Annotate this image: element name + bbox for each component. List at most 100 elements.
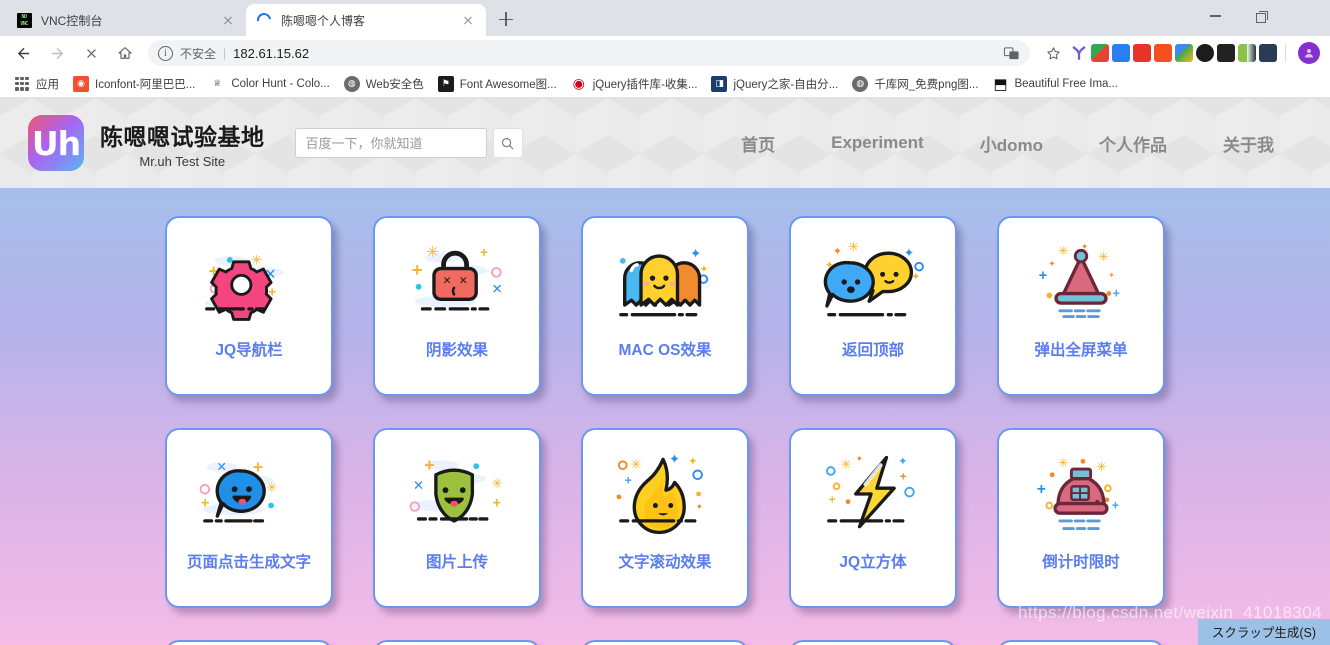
flame-icon: ✳ ✦ ✦ + ✦: [606, 446, 724, 542]
ext-chrome-drop-icon[interactable]: [1091, 44, 1109, 62]
card-image-upload[interactable]: + ✕ ✳ + 图片上传: [373, 428, 541, 608]
svg-text:✕: ✕: [413, 478, 424, 493]
card-label: 文字滚动效果: [618, 554, 711, 573]
tab-blog[interactable]: 陈嗯嗯个人博客: [246, 4, 486, 36]
ext-orange-slash-icon[interactable]: [1154, 44, 1172, 62]
back-arrow-icon[interactable]: [9, 39, 37, 67]
card-row3-3[interactable]: [581, 640, 749, 645]
star-icon[interactable]: [1039, 39, 1067, 67]
bookmark-iconfont[interactable]: ◉ Iconfont-阿里巴巴...: [67, 73, 201, 95]
lightning-icon: ✳ ✦ ✦ + +: [814, 446, 932, 542]
svg-text:✦: ✦: [696, 501, 703, 511]
svg-text:✳: ✳: [630, 457, 641, 472]
colorhunt-icon: ♕: [209, 76, 225, 92]
card-label: 返回顶部: [842, 342, 904, 361]
card-mac-os-effect[interactable]: ✦ ✦: [581, 216, 749, 396]
new-tab-button[interactable]: [492, 5, 520, 33]
ime-tooltip: スクラップ生成(S): [1198, 619, 1330, 645]
bookmark-jquery-home[interactable]: ◨ jQuery之家-自由分...: [705, 73, 844, 95]
tab-title: 陈嗯嗯个人博客: [281, 12, 454, 29]
close-icon[interactable]: [220, 12, 236, 28]
bookmark-588ku[interactable]: ◍ 千库网_免费png图...: [846, 73, 984, 95]
card-label: JQ导航栏: [215, 342, 282, 361]
card-click-generate-text[interactable]: ✕ + ✳ +: [165, 428, 333, 608]
omnibox-separator: |: [223, 46, 226, 60]
address-bar[interactable]: i 不安全 | 182.61.15.62: [148, 40, 1030, 66]
party-hat-icon: ✳ ✳ ✦ ✦ ✦ + +: [1022, 234, 1140, 330]
bookmark-unsplash[interactable]: ⬒ Beautiful Free Ima...: [986, 73, 1124, 95]
minimize-icon[interactable]: [1192, 0, 1238, 32]
svg-text:+: +: [493, 495, 501, 511]
card-label: 页面点击生成文字: [187, 554, 311, 573]
search-input[interactable]: [295, 128, 487, 158]
stop-x-icon[interactable]: [77, 39, 105, 67]
bookmark-apps[interactable]: 应用: [8, 73, 65, 95]
home-icon[interactable]: [111, 39, 139, 67]
svg-text:✳: ✳: [251, 253, 262, 268]
toolbar-divider: [1285, 44, 1286, 62]
card-text-scroll[interactable]: ✳ ✦ ✦ + ✦: [581, 428, 749, 608]
tab-strip: NOVNC VNC控制台 陈嗯嗯个人博客: [0, 0, 520, 36]
ext-book-icon[interactable]: [1238, 44, 1256, 62]
ext-record-icon[interactable]: [1217, 44, 1235, 62]
svg-text:✳: ✳: [426, 244, 439, 261]
ext-download-icon[interactable]: [1112, 44, 1130, 62]
close-window-icon[interactable]: [1284, 0, 1330, 32]
card-label: 倒计时限时: [1042, 554, 1120, 573]
card-label: 图片上传: [426, 554, 488, 573]
translate-icon[interactable]: [1003, 45, 1020, 62]
card-row3-5[interactable]: [997, 640, 1165, 645]
globe-icon: ◍: [344, 76, 360, 92]
card-row3-2[interactable]: [373, 640, 541, 645]
card-countdown-timer[interactable]: ✳ ✳ + +: [997, 428, 1165, 608]
card-fullscreen-menu[interactable]: ✳ ✳ ✦ ✦ ✦ + +: [997, 216, 1165, 396]
search-button[interactable]: [493, 128, 523, 158]
info-icon[interactable]: i: [158, 46, 173, 61]
nav-item-experiment[interactable]: Experiment: [803, 133, 952, 153]
card-row3-4[interactable]: [789, 640, 957, 645]
svg-text:+: +: [412, 259, 423, 280]
card-label: MAC OS效果: [618, 342, 711, 361]
svg-text:+: +: [829, 495, 836, 507]
nav-item-works[interactable]: 个人作品: [1071, 131, 1195, 156]
svg-text:+: +: [1113, 286, 1120, 300]
svg-text:✕: ✕: [492, 282, 503, 297]
card-row3-1[interactable]: [165, 640, 333, 645]
svg-text:✦: ✦: [898, 456, 908, 468]
bookmark-websafecolor[interactable]: ◍ Web安全色: [338, 73, 430, 95]
ext-fast-icon[interactable]: [1175, 44, 1193, 62]
nav-item-about[interactable]: 关于我: [1195, 131, 1302, 156]
jquery-plugin-icon: ◉: [571, 76, 587, 92]
tab-title: VNC控制台: [41, 12, 214, 29]
fontawesome-icon: ⚑: [438, 76, 454, 92]
security-label: 不安全: [180, 45, 216, 62]
svg-text:+: +: [900, 472, 907, 484]
ext-printer-icon[interactable]: [1259, 44, 1277, 62]
lock-icon: ✳ + + ✕ ✕ ✕: [398, 234, 516, 330]
nav-item-home[interactable]: 首页: [713, 131, 803, 156]
bookmark-fontawesome[interactable]: ⚑ Font Awesome图...: [432, 73, 563, 95]
ext-colorwheel-icon[interactable]: [1196, 44, 1214, 62]
cards-grid: + + ✕ ✳ JQ导航栏: [0, 216, 1330, 645]
svg-text:✦: ✦: [700, 263, 709, 275]
svg-text:+: +: [480, 245, 488, 260]
tab-vnc[interactable]: NOVNC VNC控制台: [6, 4, 246, 36]
bookmark-label: Color Hunt - Colo...: [231, 78, 329, 90]
ext-foxit-icon[interactable]: [1133, 44, 1151, 62]
svg-text:+: +: [625, 473, 632, 487]
bookmark-colorhunt[interactable]: ♕ Color Hunt - Colo...: [203, 73, 335, 95]
card-label: JQ立方体: [839, 554, 906, 573]
profile-avatar[interactable]: [1298, 42, 1320, 64]
site-logo[interactable]: Uh: [28, 115, 84, 171]
ext-yandex-icon[interactable]: [1070, 44, 1088, 62]
nav-item-demo[interactable]: 小domo: [952, 131, 1071, 156]
card-jq-cube[interactable]: ✳ ✦ ✦ + + JQ立方体: [789, 428, 957, 608]
restore-icon[interactable]: [1238, 0, 1284, 32]
card-back-to-top[interactable]: ✦ ✳ ✦ ✦ ✦: [789, 216, 957, 396]
close-icon[interactable]: [460, 12, 476, 28]
card-jq-navbar[interactable]: + + ✕ ✳ JQ导航栏: [165, 216, 333, 396]
card-shadow-effect[interactable]: ✳ + + ✕ ✕ ✕: [373, 216, 541, 396]
bookmark-jquery-plugin[interactable]: ◉ jQuery插件库-收集...: [565, 73, 704, 95]
unsplash-icon: ⬒: [992, 76, 1008, 92]
cards-area: + + ✕ ✳ JQ导航栏: [0, 188, 1330, 645]
